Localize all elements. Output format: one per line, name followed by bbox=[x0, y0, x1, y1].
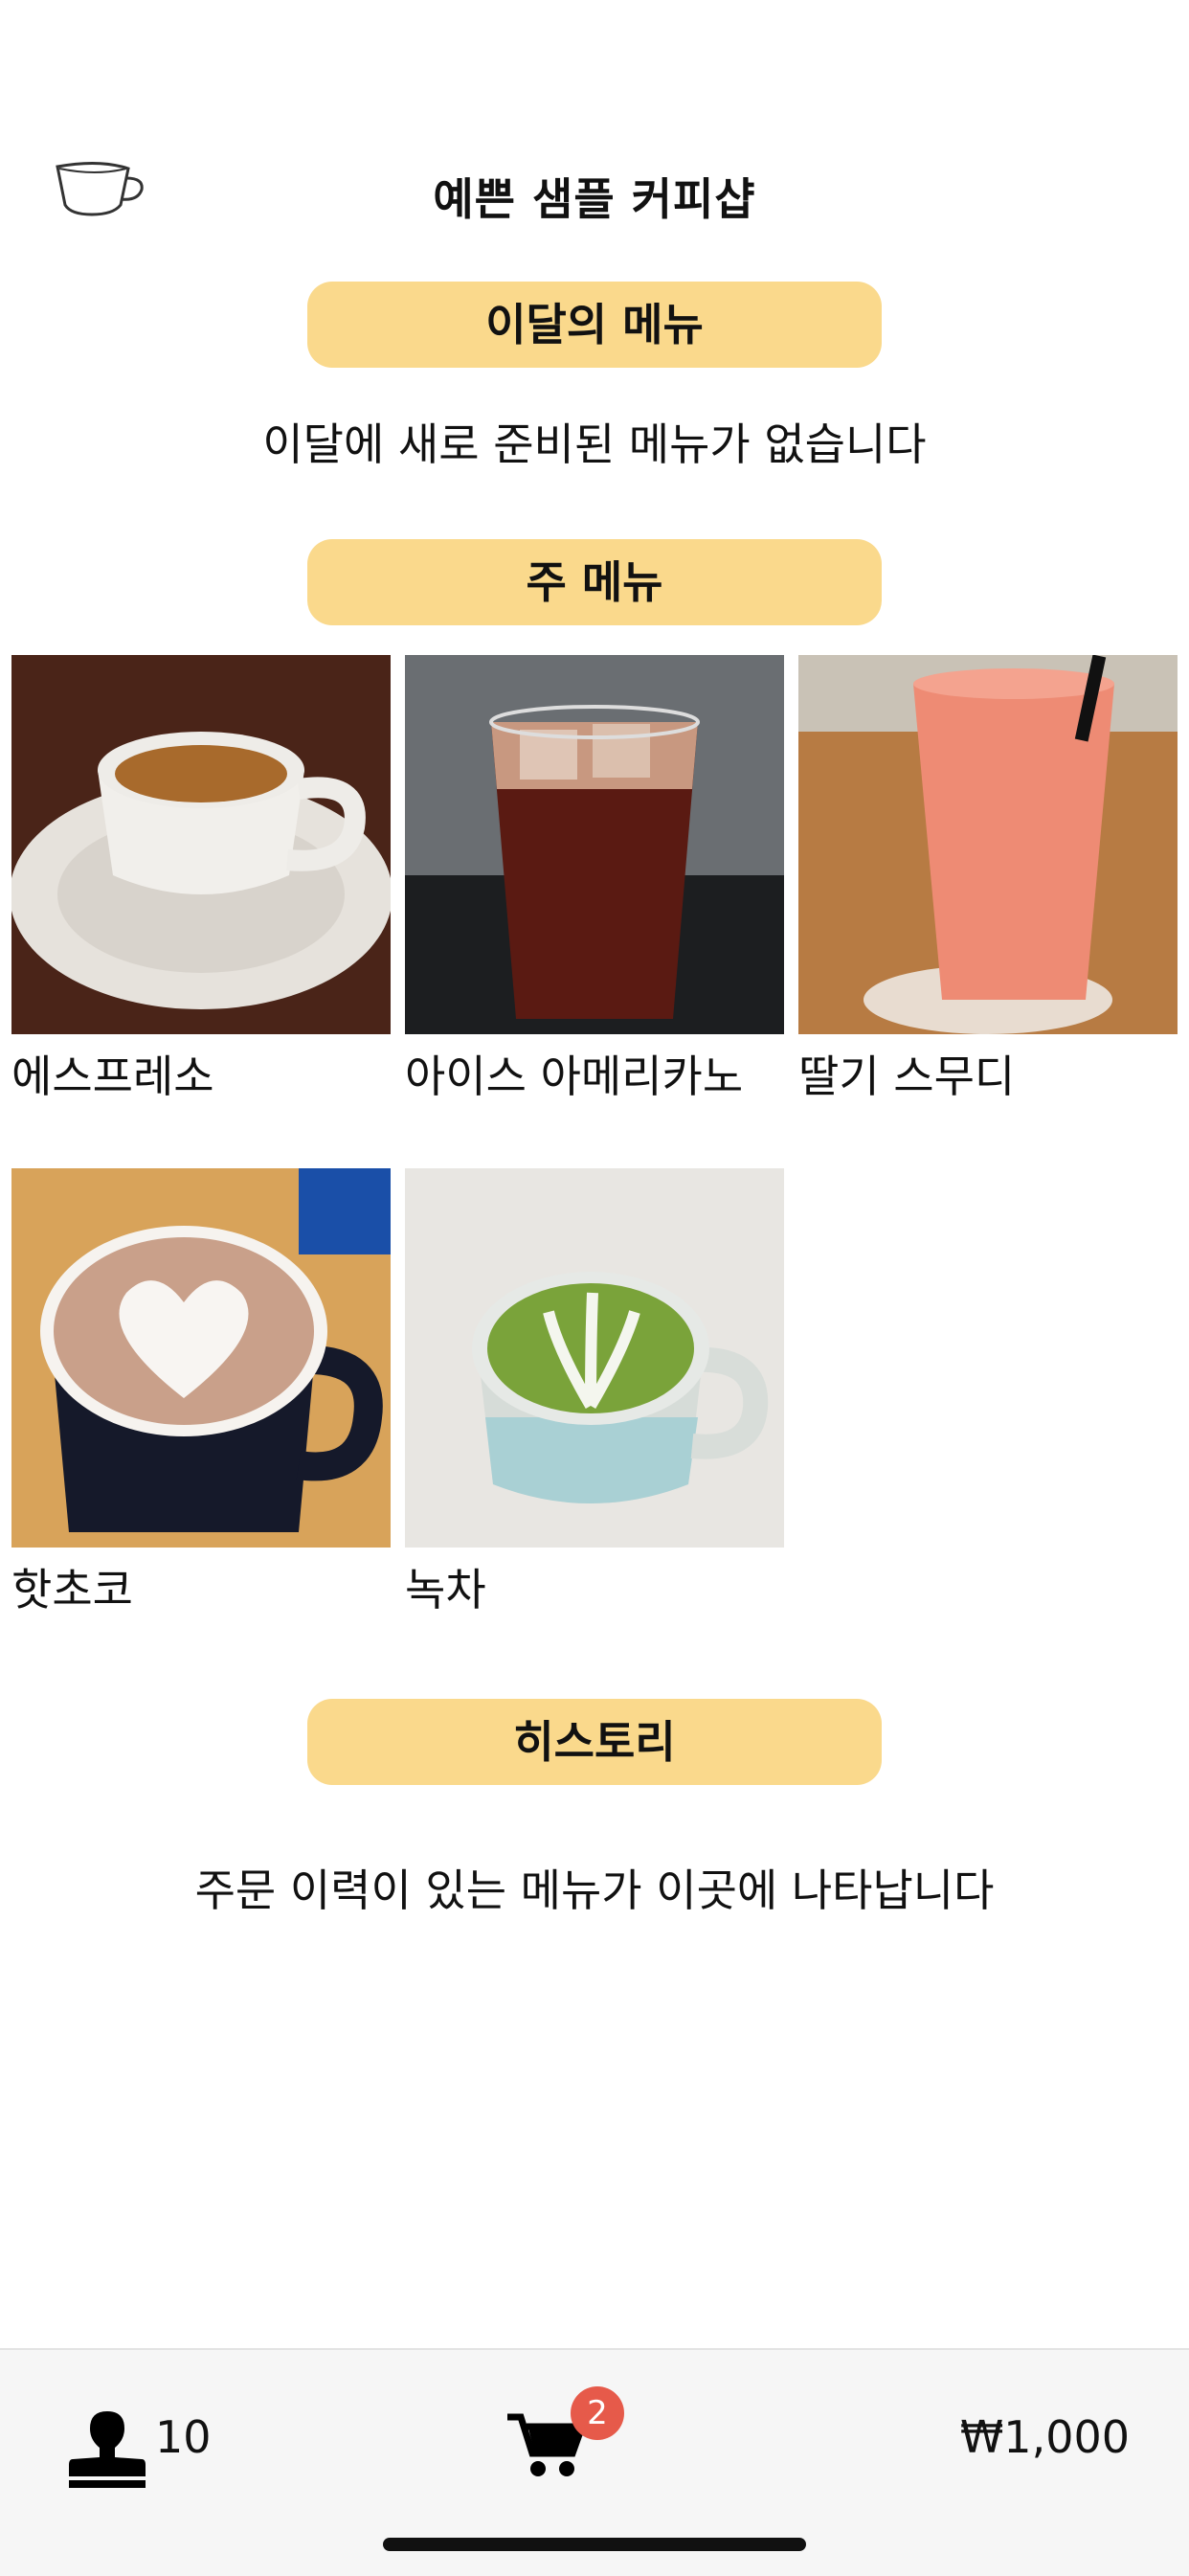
iced-americano-image bbox=[405, 655, 784, 1034]
menu-item-name: 에스프레소 bbox=[11, 1051, 214, 1102]
history-empty-message: 주문 이력이 있는 메뉴가 이곳에 나타납니다 bbox=[194, 1864, 995, 1916]
total-price[interactable]: ₩1,000 bbox=[960, 2411, 1130, 2463]
espresso-image bbox=[11, 655, 391, 1034]
menu-item-strawberry-smoothie[interactable]: 딸기 스무디 bbox=[798, 655, 1178, 1105]
cart-badge: 2 bbox=[571, 2386, 624, 2440]
menu-item-green-tea[interactable]: 녹차 bbox=[405, 1168, 784, 1618]
stamp-icon[interactable] bbox=[69, 2409, 146, 2488]
menu-item-name: 핫초코 bbox=[11, 1564, 133, 1616]
strawberry-smoothie-image bbox=[798, 655, 1178, 1034]
menu-item-name: 아이스 아메리카노 bbox=[405, 1051, 744, 1102]
bottom-tab-bar: 10 2 ₩1,000 bbox=[0, 2348, 1189, 2576]
section-header-monthly: 이달의 메뉴 bbox=[307, 282, 882, 368]
page-title: 예쁜 샘플 커피샵 bbox=[433, 173, 756, 225]
hot-chocolate-image bbox=[11, 1168, 391, 1548]
monthly-empty-message: 이달에 새로 준비된 메뉴가 없습니다 bbox=[262, 418, 927, 470]
menu-item-iced-americano[interactable]: 아이스 아메리카노 bbox=[405, 655, 784, 1105]
menu-item-espresso[interactable]: 에스프레소 bbox=[11, 655, 391, 1105]
green-tea-image bbox=[405, 1168, 784, 1548]
menu-item-name: 녹차 bbox=[405, 1564, 486, 1616]
stamp-count[interactable]: 10 bbox=[155, 2411, 212, 2463]
section-header-main: 주 메뉴 bbox=[307, 539, 882, 625]
home-indicator[interactable] bbox=[383, 2538, 806, 2551]
menu-item-hot-chocolate[interactable]: 핫초코 bbox=[11, 1168, 391, 1618]
section-header-history: 히스토리 bbox=[307, 1699, 882, 1785]
menu-item-name: 딸기 스무디 bbox=[798, 1051, 1016, 1102]
app-header: 예쁜 샘플 커피샵 bbox=[0, 144, 1189, 239]
